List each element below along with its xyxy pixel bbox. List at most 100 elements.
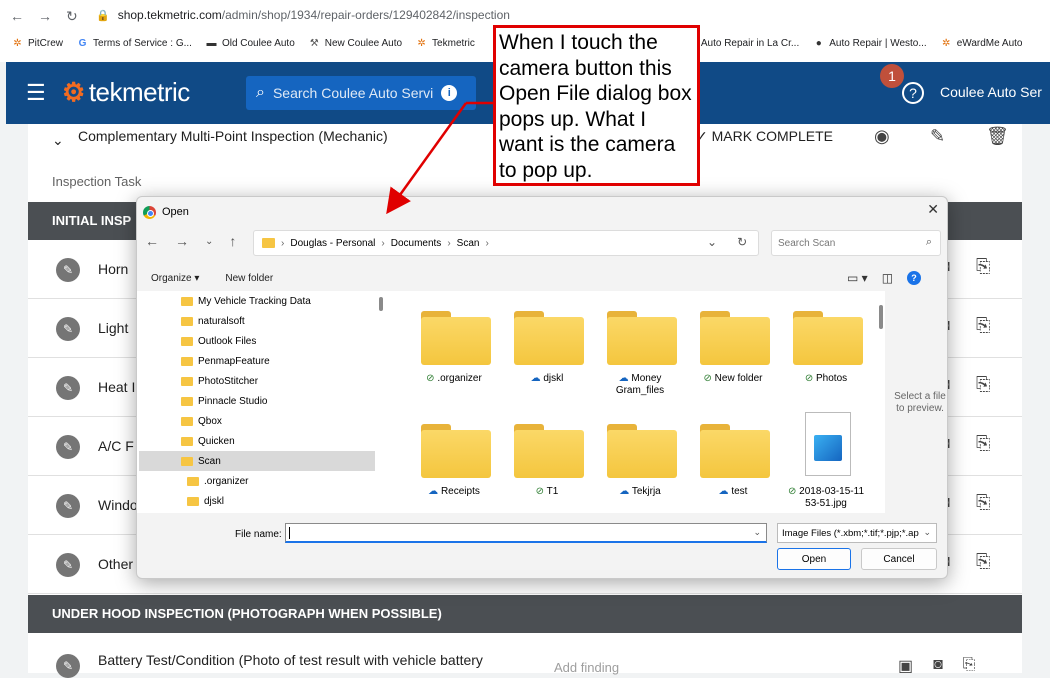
add-note-icon[interactable]: ⎘ (976, 433, 990, 454)
bookmark-item[interactable]: ⚒ New Coulee Auto (309, 38, 402, 49)
tree-item-label: Outlook Files (198, 335, 257, 347)
wrench-icon: ⚒ (309, 38, 319, 49)
tekmetric-logo[interactable]: ⚙ tekmetric (62, 77, 190, 108)
file-item[interactable]: ☁ djskl (502, 291, 592, 391)
add-note-icon[interactable]: ⎘ (976, 315, 990, 336)
forward-icon[interactable]: → (175, 233, 189, 249)
file-item[interactable]: ⊘ Photos (781, 291, 871, 391)
address-bar[interactable]: 🔒 shop.tekmetric.com/admin/shop/1934/rep… (96, 8, 510, 22)
shop-name[interactable]: Coulee Auto Ser (940, 84, 1042, 100)
tree-item[interactable]: naturalsoft (139, 311, 375, 331)
tree-scrollbar[interactable] (379, 297, 383, 311)
edit-icon[interactable]: ✎ (56, 258, 80, 282)
inspection-item[interactable]: ✎ Battery Test/Condition (Photo of test … (28, 644, 1022, 678)
tree-item[interactable]: My Vehicle Tracking Data (139, 291, 375, 311)
file-item[interactable]: ☁ test (688, 404, 778, 504)
help-icon[interactable]: ? (907, 271, 922, 285)
breadcrumb[interactable]: › Douglas - Personal › Documents › Scan … (253, 230, 759, 256)
tree-item[interactable]: djskl (139, 491, 375, 511)
tree-item-selected[interactable]: Scan (139, 451, 375, 471)
up-icon[interactable]: ↑ (229, 233, 236, 249)
file-item[interactable]: ☁ Receipts (409, 404, 499, 504)
chevron-down-icon[interactable]: ⌄ (753, 527, 761, 538)
add-note-icon[interactable]: ⎘ (963, 656, 976, 676)
bookmark-item[interactable]: ▬ Old Coulee Auto (206, 38, 294, 49)
reload-icon[interactable]: ↻ (66, 8, 78, 25)
trash-icon[interactable]: 🗑 (986, 126, 1009, 147)
tree-item[interactable]: .organizer (139, 471, 375, 491)
annotation-callout: When I touch the camera button this Open… (493, 25, 700, 186)
close-icon[interactable]: ✕ (927, 201, 939, 218)
help-icon[interactable]: ? (902, 82, 924, 104)
file-item[interactable]: ☁ Money Gram_files (595, 291, 685, 396)
files-scrollbar[interactable] (879, 305, 883, 329)
tree-item[interactable]: PhotoStitcher (139, 371, 375, 391)
file-item[interactable]: ⊘ 2018-03-15-11 53-51.jpg (781, 404, 871, 509)
file-item[interactable]: ⊘ New folder (688, 291, 778, 391)
bookmark-item[interactable]: ⚒Auto Repair in La Cr... (685, 38, 799, 49)
tree-item[interactable]: Pinnacle Studio (139, 391, 375, 411)
edit-icon[interactable]: ✎ (56, 435, 80, 459)
mark-complete-button[interactable]: ✓ MARK COMPLETE (696, 128, 833, 145)
add-note-icon[interactable]: ⎘ (976, 551, 990, 572)
task-column-label: Inspection Task (52, 174, 142, 189)
file-type-select[interactable]: Image Files (*.xbm;*.tif;*.pjp;*.ap ⌄ (777, 523, 937, 543)
pencil-icon[interactable]: ✎ (930, 126, 945, 147)
edit-icon[interactable]: ✎ (56, 376, 80, 400)
new-folder-button[interactable]: New folder (225, 273, 273, 284)
edit-icon[interactable]: ✎ (56, 553, 80, 577)
search-scan-input[interactable]: Search Scan ⌕ (771, 230, 941, 256)
text-caret (289, 527, 290, 539)
preview-pane-icon[interactable]: ◫ (882, 271, 893, 285)
breadcrumb-item[interactable]: Scan (457, 238, 480, 249)
edit-icon[interactable]: ✎ (56, 494, 80, 518)
bookmark-item[interactable]: ✲ Tekmetric (416, 38, 475, 49)
camera-icon[interactable]: ◙ (933, 656, 943, 676)
bookmark-item[interactable]: G Terms of Service : G... (77, 38, 192, 49)
add-note-icon[interactable]: ⎘ (976, 256, 990, 277)
back-icon[interactable]: ← (145, 233, 159, 249)
cancel-button[interactable]: Cancel (861, 548, 937, 570)
search-input[interactable]: ⌕ Search Coulee Auto Servi i (246, 76, 476, 110)
organize-menu[interactable]: Organize ▾ (151, 273, 199, 284)
tree-item[interactable]: Outlook Files (139, 331, 375, 351)
tree-item[interactable]: PenmapFeature (139, 351, 375, 371)
chevron-down-icon[interactable]: ⌄ (205, 233, 213, 249)
tree-item-label: Pinnacle Studio (198, 395, 268, 407)
open-button[interactable]: Open (777, 548, 851, 570)
bookmark-item[interactable]: ✲ eWardMe Auto (941, 38, 1022, 49)
video-icon[interactable]: ▣ (898, 656, 913, 676)
menu-icon[interactable]: ☰ (26, 82, 46, 104)
search-icon: ⌕ (925, 236, 932, 248)
breadcrumb-item[interactable]: Douglas - Personal (290, 238, 375, 249)
bookmark-item[interactable]: ✲ PitCrew (12, 38, 63, 49)
url-path: /admin/shop/1934/repair-orders/129402842… (221, 8, 510, 22)
folder-icon (700, 311, 770, 365)
notification-badge[interactable]: 1 (880, 64, 904, 88)
file-name-input[interactable]: ⌄ (285, 523, 767, 543)
back-icon[interactable]: ← (10, 8, 24, 25)
info-icon[interactable]: i (441, 85, 458, 101)
add-note-icon[interactable]: ⎘ (976, 492, 990, 513)
tree-item[interactable]: Qbox (139, 411, 375, 431)
view-icon[interactable]: ▭ ▾ (847, 271, 868, 285)
bookmark-item[interactable]: ● Auto Repair | Westo... (813, 38, 927, 49)
file-item[interactable]: ⊘ .organizer (409, 291, 499, 391)
file-item[interactable]: ⊘ T1 (502, 404, 592, 504)
file-item[interactable]: ☁ Tekjrja (595, 404, 685, 504)
forward-icon[interactable]: → (38, 8, 52, 25)
refresh-icon[interactable]: ↻ (737, 235, 747, 249)
folder-icon (262, 238, 275, 248)
cloud-icon: ☁ (530, 373, 541, 384)
tree-item[interactable]: Quicken (139, 431, 375, 451)
dialog-titlebar: Open (143, 201, 943, 223)
edit-icon[interactable]: ✎ (56, 317, 80, 341)
synced-icon: ⊘ (703, 373, 712, 384)
folder-icon (700, 424, 770, 478)
add-note-icon[interactable]: ⎘ (976, 374, 990, 395)
eye-icon[interactable]: ◉ (874, 126, 890, 147)
chevron-down-icon[interactable]: ⌄ (707, 235, 717, 249)
edit-icon[interactable]: ✎ (56, 654, 80, 678)
chevron-down-icon[interactable]: ⌄ (52, 132, 64, 149)
breadcrumb-item[interactable]: Documents (391, 238, 442, 249)
